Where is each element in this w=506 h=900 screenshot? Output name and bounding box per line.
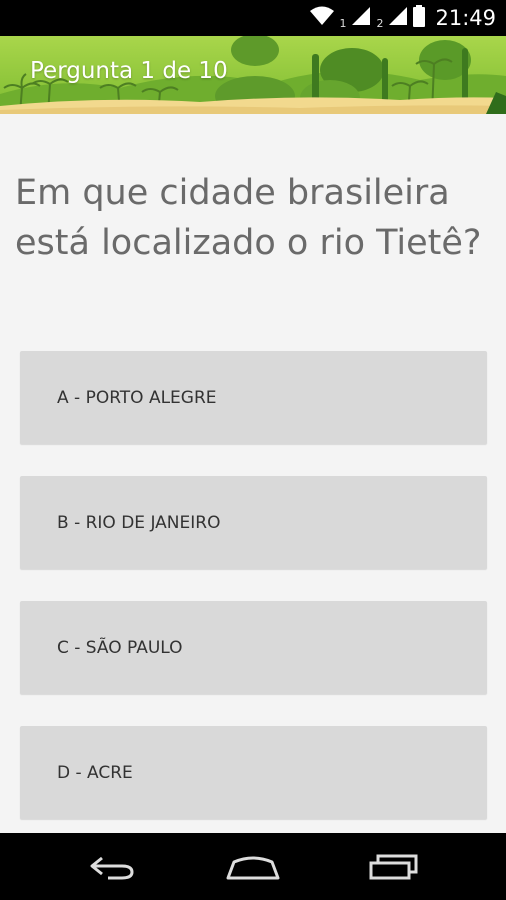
back-icon[interactable] [82, 847, 142, 887]
question-counter-title: Pergunta 1 de 10 [30, 58, 228, 84]
answer-option-a[interactable]: A - PORTO ALEGRE [20, 351, 487, 444]
answer-label: B - RIO DE JANEIRO [57, 512, 221, 533]
recent-apps-icon[interactable] [366, 847, 422, 887]
navigation-bar [0, 833, 506, 900]
answer-label: D - ACRE [57, 762, 133, 783]
answer-option-d[interactable]: D - ACRE [20, 726, 487, 819]
answer-label: A - PORTO ALEGRE [57, 387, 217, 408]
battery-icon [413, 5, 426, 31]
home-icon[interactable] [222, 847, 284, 887]
signal-icon [387, 5, 409, 31]
status-time: 21:49 [435, 6, 496, 30]
app-header: Pergunta 1 de 10 [0, 36, 506, 114]
sim2-label: 2 [376, 16, 384, 30]
answer-label: C - SÃO PAULO [57, 637, 183, 658]
status-icons: 1 2 21:49 [309, 0, 496, 36]
answer-option-c[interactable]: C - SÃO PAULO [20, 601, 487, 694]
signal-icon [350, 5, 372, 31]
question-text: Em que cidade brasileira está localizado… [15, 173, 482, 263]
status-bar: 1 2 21:49 [0, 0, 506, 36]
wifi-icon [309, 5, 335, 31]
sim1-label: 1 [339, 16, 347, 30]
answer-option-b[interactable]: B - RIO DE JANEIRO [20, 476, 487, 569]
